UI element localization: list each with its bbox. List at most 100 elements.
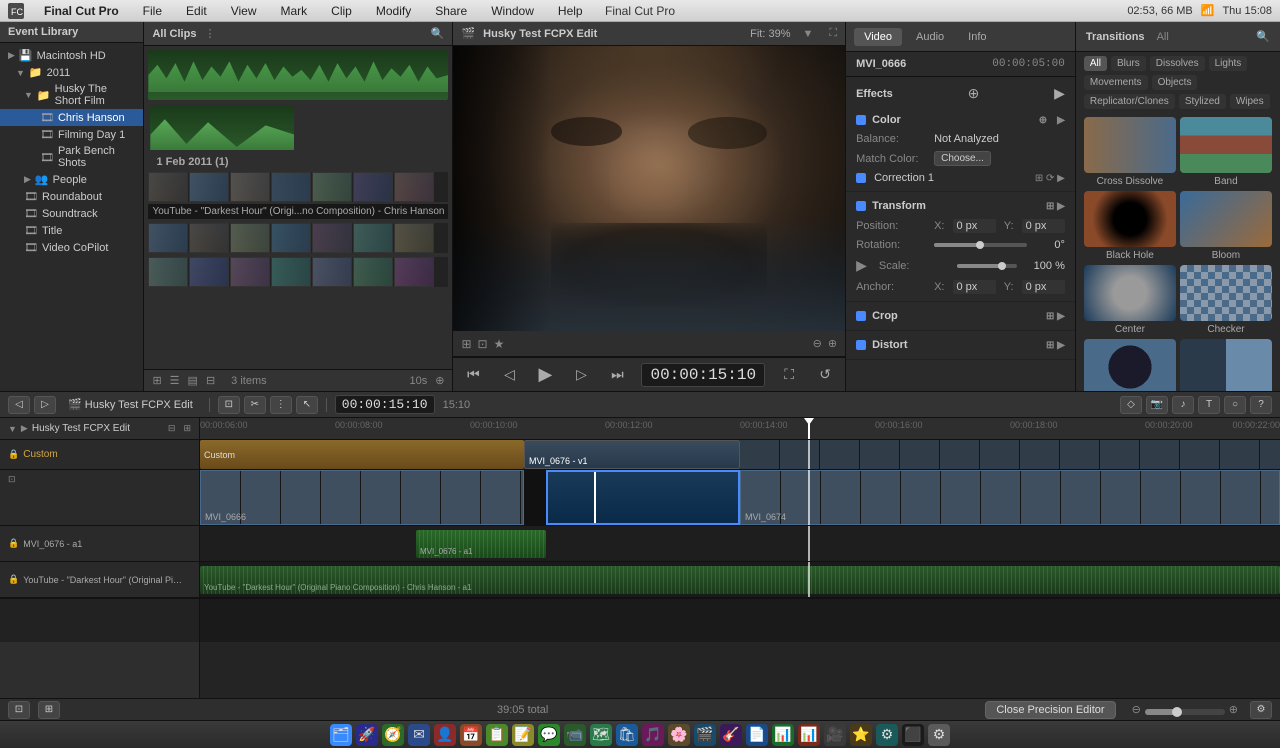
dock-finalcutpro[interactable]: 🎥 — [824, 724, 846, 746]
track-content[interactable]: Custom MVI_0676 - v1 MVI_0666 — [200, 440, 1280, 698]
filmstrip-row-3[interactable] — [148, 257, 448, 287]
clip-transition-area[interactable] — [546, 470, 740, 525]
tb-title-button[interactable]: T — [1198, 396, 1220, 414]
dock-messages[interactable]: 💬 — [538, 724, 560, 746]
tb-range-button[interactable]: ⋮ — [270, 396, 292, 414]
clip-mvi0676-v1[interactable]: MVI_0676 - v1 — [524, 440, 740, 469]
tree-item-soundtrack[interactable]: 🎞 Soundtrack — [0, 205, 143, 222]
menu-edit[interactable]: Edit — [182, 2, 211, 20]
menu-window[interactable]: Window — [487, 2, 538, 20]
dock-keynote[interactable]: 📊 — [798, 724, 820, 746]
dock-iphoto[interactable]: 🌸 — [668, 724, 690, 746]
fullscreen-button[interactable]: ⛶ — [777, 363, 801, 387]
menu-file[interactable]: File — [139, 2, 166, 20]
clip-audio-mvi0676[interactable]: MVI_0676 - a1 — [416, 530, 546, 558]
tree-item-2011[interactable]: ▼ 📁 2011 — [0, 64, 143, 81]
tb-forward-button[interactable]: ▷ — [34, 396, 56, 414]
transform-section-header[interactable]: Transform ⊞ ▶ — [846, 196, 1075, 216]
tab-video[interactable]: Video — [854, 28, 902, 46]
crop-icons[interactable]: ⊞ ▶ — [1046, 311, 1065, 322]
tb-back-button[interactable]: ◁ — [8, 396, 30, 414]
timeline-options[interactable]: ⊟ — [168, 423, 176, 434]
filter-blurs[interactable]: Blurs — [1111, 56, 1146, 71]
dock-launchpad[interactable]: 🚀 — [356, 724, 378, 746]
event-tree[interactable]: ▶ 💾 Macintosh HD ▼ 📁 2011 ▼ 📁 Husky The … — [0, 43, 143, 391]
color-expand-icon[interactable]: ▶ — [1057, 115, 1065, 126]
zoom-out-icon[interactable]: ⊖ — [1132, 703, 1141, 716]
go-to-start-button[interactable]: ⏮ — [461, 363, 485, 387]
zoomin-icon[interactable]: ⊕ — [828, 337, 837, 350]
filter-movements[interactable]: Movements — [1084, 75, 1148, 90]
dock-compressor[interactable]: ⚙ — [876, 724, 898, 746]
distort-icons[interactable]: ⊞ ▶ — [1046, 340, 1065, 351]
dock-terminal[interactable]: ⬛ — [902, 724, 924, 746]
browser-content[interactable]: 1 Feb 2011 (1) YouTube - "Darkest Hour" … — [144, 46, 452, 369]
tab-info[interactable]: Info — [958, 28, 996, 46]
filter-all[interactable]: All — [1084, 56, 1107, 71]
dock-mail[interactable]: ✉ — [408, 724, 430, 746]
crop-icon[interactable]: ⊡ — [478, 337, 488, 351]
browser-toolbar-icon[interactable]: ☰ — [170, 374, 180, 387]
tree-item-video-copilot[interactable]: 🎞 Video CoPilot — [0, 239, 143, 256]
tree-item-title[interactable]: 🎞 Title — [0, 222, 143, 239]
close-precision-button[interactable]: Close Precision Editor — [985, 701, 1115, 719]
clip-custom[interactable]: Custom — [200, 440, 524, 469]
dock-facetime[interactable]: 📹 — [564, 724, 586, 746]
menu-share[interactable]: Share — [431, 2, 471, 20]
trans-item-clock[interactable]: Clock — [1180, 339, 1272, 391]
timeline-settings[interactable]: ⊞ — [183, 423, 191, 434]
tb-marker-button[interactable]: ◇ — [1120, 396, 1142, 414]
track-header-youtube[interactable]: 🔒 YouTube - "Darkest Hour" (Original Pia… — [0, 562, 199, 598]
tree-item-park-bench[interactable]: 🎞 Park Bench Shots — [0, 143, 143, 171]
clip-audio-youtube[interactable]: YouTube - "Darkest Hour" (Original Piano… — [200, 566, 1280, 594]
color-add-icon[interactable]: ⊕ — [1039, 115, 1047, 126]
menu-clip[interactable]: Clip — [327, 2, 356, 20]
filter-stylized[interactable]: Stylized — [1179, 94, 1226, 109]
transform-icons[interactable]: ⊞ ▶ — [1046, 201, 1065, 212]
filmstrip-row-2[interactable] — [148, 223, 448, 253]
dock-contacts[interactable]: 👤 — [434, 724, 456, 746]
step-forward-button[interactable]: ▷ — [569, 363, 593, 387]
dock-reminders[interactable]: 📋 — [486, 724, 508, 746]
expand-arrow[interactable]: ▼ — [8, 424, 17, 434]
tb-camera-button[interactable]: 📷 — [1146, 396, 1168, 414]
tb-blade-button[interactable]: ✂ — [244, 396, 266, 414]
dock-maps[interactable]: 🗺 — [590, 724, 612, 746]
footer-tb-1[interactable]: ⊡ — [8, 701, 30, 719]
fit-dropdown-icon[interactable]: ▼ — [803, 28, 814, 40]
tree-item-husky[interactable]: ▼ 📁 Husky The Short Film — [0, 81, 143, 109]
transitions-search-icon[interactable]: 🔍 — [1256, 30, 1270, 43]
clip-right-fill[interactable] — [740, 440, 1280, 469]
step-back-button[interactable]: ◁ — [497, 363, 521, 387]
trans-item-center[interactable]: Center — [1084, 265, 1176, 335]
tree-item-filming-day[interactable]: 🎞 Filming Day 1 — [0, 126, 143, 143]
tb-music-button[interactable]: ♪ — [1172, 396, 1194, 414]
full-screen-icon[interactable]: ⛶ — [829, 27, 837, 40]
filter-lights[interactable]: Lights — [1209, 56, 1248, 71]
dock-finder[interactable]: 🗂 — [330, 724, 352, 746]
dock-motion[interactable]: ⭐ — [850, 724, 872, 746]
dock-calendar[interactable]: 📅 — [460, 724, 482, 746]
dock-sysprefs[interactable]: ⚙ — [928, 724, 950, 746]
tab-audio[interactable]: Audio — [906, 28, 954, 46]
dock-safari[interactable]: 🧭 — [382, 724, 404, 746]
trans-item-circle[interactable]: Circle — [1084, 339, 1176, 391]
track-header-mvi0676-a1[interactable]: 🔒 MVI_0676 - a1 — [0, 526, 199, 562]
tree-item-roundabout[interactable]: 🎞 Roundabout — [0, 188, 143, 205]
trans-item-black-hole[interactable]: Black Hole — [1084, 191, 1176, 261]
filter-replicator[interactable]: Replicator/Clones — [1084, 94, 1175, 109]
dock-itunes[interactable]: 🎵 — [642, 724, 664, 746]
trans-item-checker[interactable]: Checker — [1180, 265, 1272, 335]
y-value[interactable]: 0 px — [1022, 219, 1065, 233]
dock-appstore[interactable]: 🛍 — [616, 724, 638, 746]
dock-notes[interactable]: 📝 — [512, 724, 534, 746]
tree-item-chris-hanson[interactable]: 🎞 Chris Hanson — [0, 109, 143, 126]
footer-tb-2[interactable]: ⊞ — [38, 701, 60, 719]
track-header-primary[interactable]: ⊡ — [0, 470, 199, 526]
menu-view[interactable]: View — [227, 2, 261, 20]
effects-add-icon[interactable]: ⊕ — [968, 85, 980, 102]
color-section-header[interactable]: Color ⊕ ▶ — [846, 110, 1075, 130]
trans-item-bloom[interactable]: Bloom — [1180, 191, 1272, 261]
anchor-x-value[interactable]: 0 px — [953, 280, 996, 294]
go-to-end-button[interactable]: ⏭ — [605, 363, 629, 387]
